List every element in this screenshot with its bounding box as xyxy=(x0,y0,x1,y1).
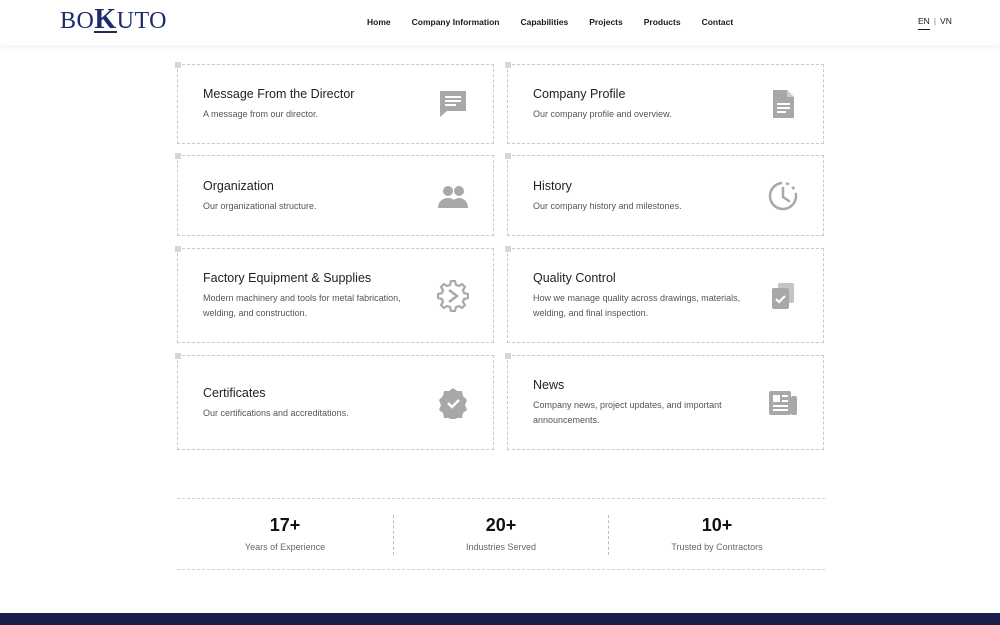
card-description: Our organizational structure. xyxy=(203,201,317,211)
card-corner xyxy=(175,353,181,359)
card-description: Modern machinery and tools for metal fab… xyxy=(203,293,401,318)
card-title: Certificates xyxy=(203,386,266,400)
main-nav: Home Company Information Capabilities Pr… xyxy=(367,17,754,27)
nav-projects[interactable]: Projects xyxy=(589,17,623,27)
card-description: Our company profile and overview. xyxy=(533,109,672,119)
gear-icon xyxy=(437,280,469,312)
stat-industries-served: 20+ Industries Served xyxy=(393,515,609,552)
people-icon xyxy=(437,181,469,213)
document-icon xyxy=(767,88,799,120)
stat-label: Industries Served xyxy=(465,542,537,552)
card-description: A message from our director. xyxy=(203,109,319,119)
stat-number: 20+ xyxy=(485,515,517,535)
card-organization[interactable]: Organization Our organizational structur… xyxy=(175,153,494,236)
lang-separator: | xyxy=(933,16,937,26)
logo-text-k: K xyxy=(94,4,117,35)
logo-text-end: UTO xyxy=(116,8,168,34)
nav-capabilities[interactable]: Capabilities xyxy=(520,17,568,27)
stats-section: 17+ Years of Experience 20+ Industries S… xyxy=(177,498,825,570)
card-company-profile[interactable]: Company Profile Our company profile and … xyxy=(505,62,824,144)
card-corner xyxy=(175,62,181,68)
card-corner xyxy=(505,62,511,68)
stat-number: 17+ xyxy=(269,515,301,535)
card-factory-equipment[interactable]: Factory Equipment & Supplies Modern mach… xyxy=(175,246,494,343)
card-title: History xyxy=(533,179,572,193)
card-title: Organization xyxy=(203,179,274,193)
stat-years-experience: 17+ Years of Experience xyxy=(177,515,393,552)
card-title: Message From the Director xyxy=(203,87,355,101)
card-description: Our company history and milestones. xyxy=(533,201,682,211)
card-description: Our certifications and accreditations. xyxy=(203,408,349,418)
card-corner xyxy=(505,153,511,159)
bokuto-logo[interactable]: BOKUTO xyxy=(60,4,168,35)
nav-home[interactable]: Home xyxy=(367,17,391,27)
lang-en[interactable]: EN xyxy=(918,16,930,30)
card-certificates[interactable]: Certificates Our certifications and accr… xyxy=(175,353,494,450)
card-title: Company Profile xyxy=(533,87,626,101)
card-corner xyxy=(505,246,511,252)
language-switcher: EN | VN xyxy=(918,16,952,30)
card-title: Quality Control xyxy=(533,271,616,285)
logo-text-start: BO xyxy=(60,8,95,34)
card-corner xyxy=(505,353,511,359)
card-history[interactable]: History Our company history and mileston… xyxy=(505,153,824,236)
message-icon xyxy=(437,88,469,120)
lang-vn[interactable]: VN xyxy=(940,16,952,26)
nav-company-information[interactable]: Company Information xyxy=(412,17,500,27)
card-message-from-director[interactable]: Message From the Director A message from… xyxy=(175,62,494,144)
nav-products[interactable]: Products xyxy=(644,17,681,27)
nav-contact[interactable]: Contact xyxy=(702,17,734,27)
stat-trusted-contractors: 10+ Trusted by Contractors xyxy=(609,515,825,552)
badge-check-icon xyxy=(437,387,469,419)
card-title: Factory Equipment & Supplies xyxy=(203,271,372,285)
card-description: Company news, project updates, and impor… xyxy=(533,400,722,425)
card-corner xyxy=(175,153,181,159)
stat-number: 10+ xyxy=(701,515,733,535)
card-title: News xyxy=(533,378,565,392)
card-description: How we manage quality across drawings, m… xyxy=(533,293,741,318)
card-quality-control[interactable]: Quality Control How we manage quality ac… xyxy=(505,246,824,343)
card-corner xyxy=(175,246,181,252)
site-header: BOKUTO Home Company Information Capabili… xyxy=(0,0,1000,45)
footer-bar xyxy=(0,613,1000,625)
clipboard-check-icon xyxy=(767,280,799,312)
stat-label: Trusted by Contractors xyxy=(671,542,763,552)
card-news[interactable]: News Company news, project updates, and … xyxy=(505,353,824,450)
history-icon xyxy=(767,180,799,212)
newspaper-icon xyxy=(767,387,799,419)
stat-label: Years of Experience xyxy=(244,542,326,552)
